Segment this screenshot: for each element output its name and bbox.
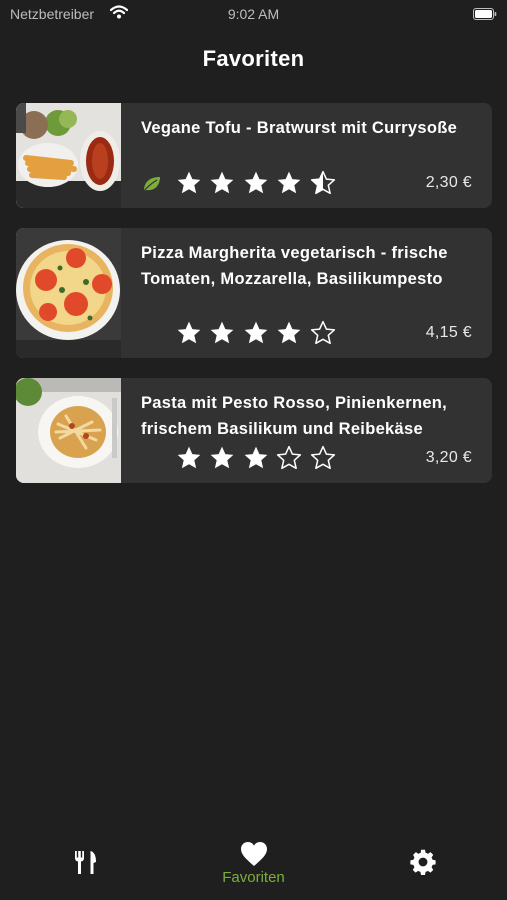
star-full-icon [276,320,305,348]
dish-image [16,378,121,483]
star-full-icon [176,445,205,473]
dish-title: Pasta mit Pesto Rosso, Pinienkernen, fri… [141,394,448,438]
dish-image [16,103,121,208]
star-half-icon [310,170,339,198]
favorites-list: Vegane Tofu - Bratwurst mit Currysoße 2,… [16,103,492,503]
meta-row: 4,15 € [141,320,472,348]
rating-stars [176,320,339,348]
dish-price: 4,15 € [425,324,472,341]
gear-icon [410,849,436,875]
favorite-card-2[interactable]: Pizza Margherita vegetarisch - frische T… [16,228,492,358]
star-full-icon [276,170,305,198]
star-empty-icon [310,445,339,473]
star-full-icon [209,445,238,473]
star-full-icon [243,320,272,348]
cutlery-icon [75,851,96,874]
tab-settings[interactable] [398,830,448,900]
tab-bar: Favoriten [0,830,507,900]
leaf-icon [141,174,163,194]
star-full-icon [176,320,205,348]
meta-row: 3,20 € [141,445,472,473]
battery-icon [473,7,497,20]
heart-icon [240,842,267,866]
dish-image [16,228,121,358]
favorite-card-3[interactable]: Pasta mit Pesto Rosso, Pinienkernen, fri… [16,378,492,483]
dish-title: Pizza Margherita vegetarisch - frische T… [141,244,448,288]
star-full-icon [243,170,272,198]
tab-menu[interactable] [60,830,110,900]
dish-price: 2,30 € [425,174,472,191]
dish-price: 3,20 € [425,449,472,466]
tab-label: Favoriten [222,869,285,886]
meta-row: 2,30 € [141,170,472,198]
status-bar: Netzbetreiber 9:02 AM [0,0,507,28]
star-full-icon [209,320,238,348]
rating-stars [176,170,339,198]
star-empty-icon [310,320,339,348]
star-full-icon [209,170,238,198]
tab-favorites[interactable]: Favoriten [200,830,307,900]
star-full-icon [176,170,205,198]
star-full-icon [243,445,272,473]
dish-title: Vegane Tofu - Bratwurst mit Currysoße [141,119,458,137]
page-title: Favoriten [202,46,305,71]
star-empty-icon [276,445,305,473]
favorite-card-1[interactable]: Vegane Tofu - Bratwurst mit Currysoße 2,… [16,103,492,208]
status-time: 9:02 AM [227,6,280,22]
rating-stars [176,445,339,473]
